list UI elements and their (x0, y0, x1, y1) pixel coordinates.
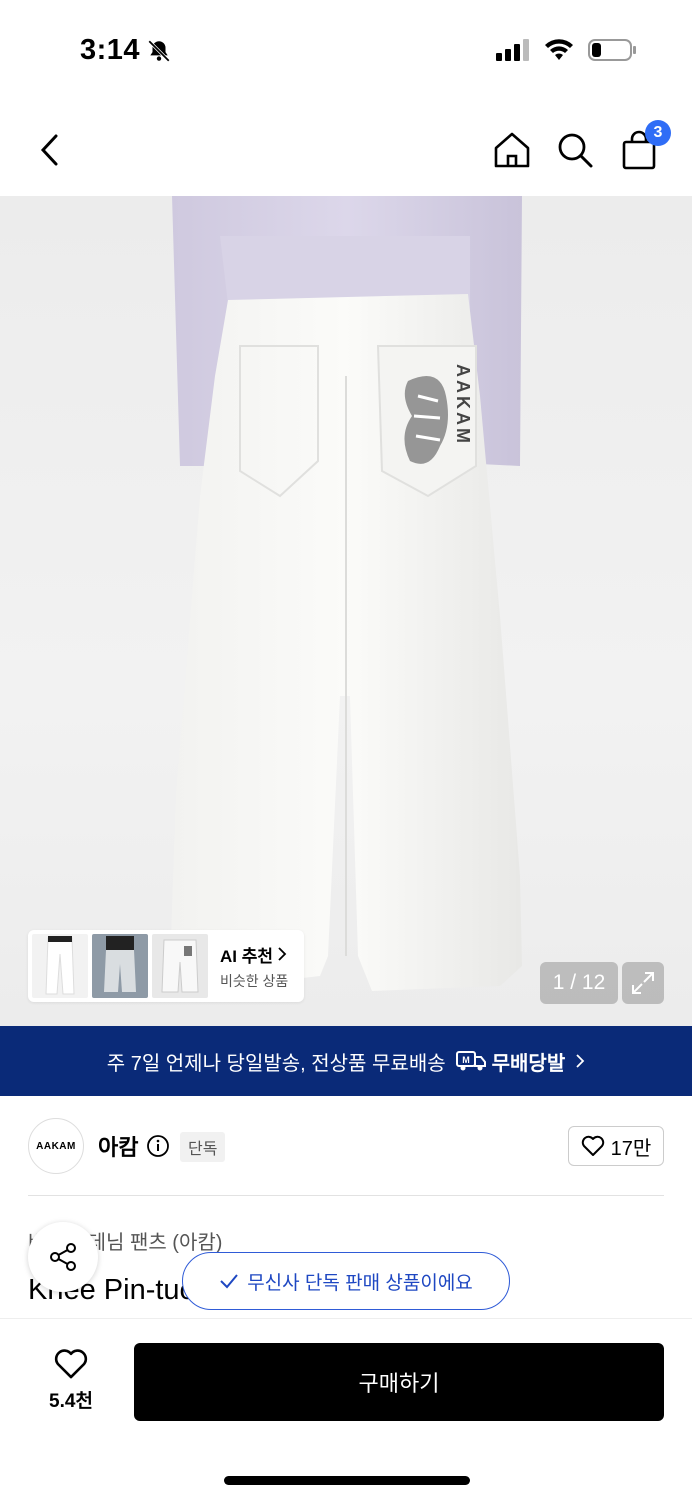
image-counter: 1 / 12 (540, 962, 618, 1004)
brand-name-wrap[interactable]: 아캄 (98, 1130, 170, 1162)
status-icons (496, 38, 636, 62)
back-button[interactable] (26, 126, 74, 174)
search-button[interactable] (551, 126, 599, 174)
share-icon (50, 1243, 76, 1271)
ai-recommend-card[interactable]: AI 추천 비슷한 상품 (28, 930, 304, 1002)
thumb-pants-back-icon (92, 934, 148, 998)
share-button[interactable] (28, 1222, 98, 1292)
bell-slash-icon (148, 39, 170, 62)
banner-text: 주 7일 언제나 당일발송, 전상품 무료배송 (106, 1052, 446, 1075)
toast-text: 무신사 단독 판매 상품이에요 (247, 1272, 473, 1294)
truck-icon: M (455, 1051, 486, 1071)
ai-subtitle: 비슷한 상품 (220, 972, 289, 989)
home-indicator[interactable] (224, 1476, 470, 1485)
battery-icon (588, 39, 636, 61)
product-image[interactable]: AAKAM AI 추천 비슷한 상품 1 / 12 (0, 196, 692, 1026)
cart-badge: 3 (645, 120, 671, 146)
brand-like-count: 17만 (610, 1137, 652, 1160)
brand-logo[interactable]: AAKAM (28, 1118, 84, 1174)
wifi-icon (545, 39, 573, 60)
status-time-wrap: 3:14 (80, 34, 172, 67)
product-photo: AAKAM (170, 196, 522, 991)
like-count: 5.4천 (49, 1390, 93, 1412)
status-bar: 3:14 (0, 0, 692, 100)
home-icon (494, 132, 530, 168)
top-nav: 3 (0, 112, 692, 188)
exclusive-toast: 무신사 단독 판매 상품이에요 (182, 1252, 510, 1310)
brand-row: AAKAM 아캄 단독 17만 (28, 1118, 664, 1174)
search-icon (558, 133, 593, 168)
ai-thumb-1 (32, 934, 88, 998)
heart-icon (54, 1348, 88, 1378)
thumb-pants-white-icon (32, 934, 88, 998)
chevron-right-icon (278, 947, 287, 961)
home-button[interactable] (488, 126, 536, 174)
expand-button[interactable] (622, 962, 664, 1004)
expand-icon (632, 972, 654, 994)
info-icon[interactable] (146, 1134, 170, 1158)
check-icon (220, 1274, 238, 1289)
ai-thumb-2 (92, 934, 148, 998)
pocket-logo-text: AAKAM (453, 364, 473, 446)
heart-icon (581, 1135, 604, 1156)
cart-button[interactable]: 3 (615, 120, 671, 174)
ai-text: AI 추천 비슷한 상품 (220, 942, 288, 991)
brand-name: 아캄 (98, 1135, 139, 1160)
free-shipping-label-wrap: M 무배당발 (455, 1047, 566, 1076)
product-page: 3:14 3 AAKAM AI 추천 비슷한 상품 1 / 12 주 7일 언제… (0, 0, 692, 1500)
ai-thumb-3 (152, 934, 208, 998)
bottom-bar: 5.4천 구매하기 (0, 1318, 692, 1500)
ai-title: AI 추천 (220, 946, 274, 966)
chevron-left-icon (40, 134, 58, 166)
exclusive-tag: 단독 (180, 1132, 226, 1162)
divider (28, 1195, 664, 1196)
chevron-right-icon (576, 1054, 585, 1068)
svg-text:M: M (462, 1055, 470, 1065)
shipping-banner[interactable]: 주 7일 언제나 당일발송, 전상품 무료배송 M 무배당발 (0, 1026, 692, 1096)
free-shipping-label: 무배당발 (491, 1052, 566, 1075)
ai-title-row: AI 추천 (220, 942, 288, 967)
like-button[interactable]: 5.4천 (36, 1345, 106, 1415)
status-time: 3:14 (80, 34, 141, 66)
thumb-pants-print-icon (152, 934, 208, 998)
signal-icon (496, 39, 529, 61)
brand-like-button[interactable]: 17만 (568, 1126, 664, 1166)
buy-button[interactable]: 구매하기 (134, 1343, 664, 1421)
